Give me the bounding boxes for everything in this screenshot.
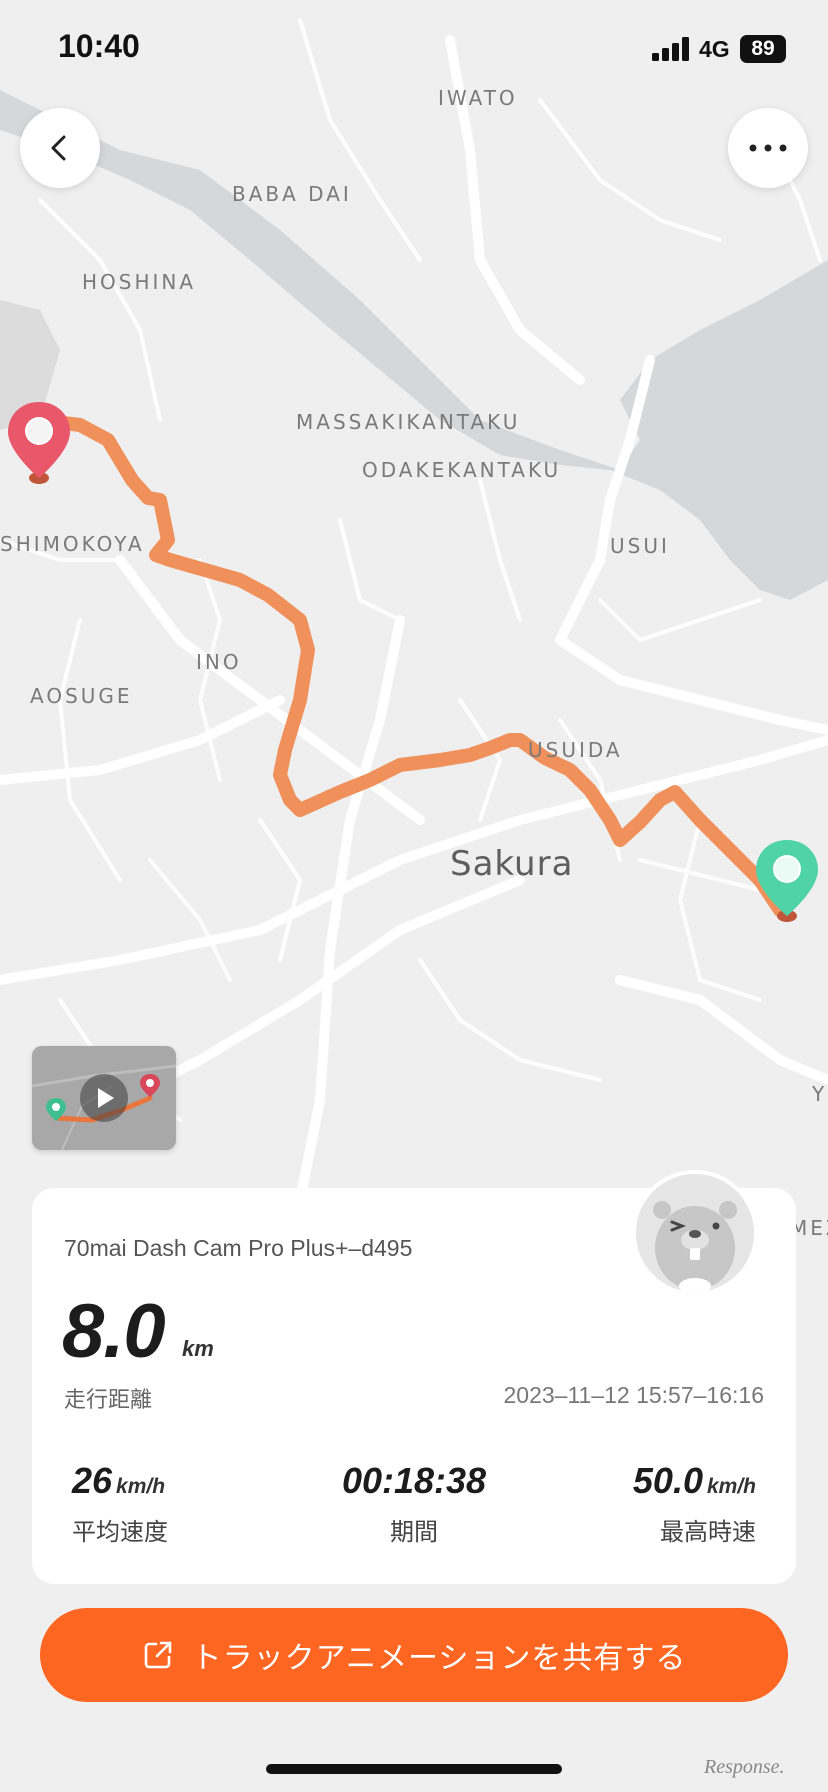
distance-unit: km (182, 1336, 214, 1361)
max-speed-unit: km/h (706, 1475, 756, 1498)
lake (0, 90, 828, 600)
map-label-odakekantaku: ODAKEKANTAKU (362, 458, 562, 482)
distance-value: 8.0 (62, 1289, 166, 1374)
cellular-signal-icon (652, 37, 689, 61)
network-type: 4G (699, 36, 730, 62)
map-label-usui: USUI (610, 534, 670, 558)
home-indicator[interactable] (266, 1764, 562, 1774)
max-speed-label: 最高時速 (660, 1518, 756, 1546)
map-label-shimokoya: SHIMOKOYA (0, 532, 145, 556)
avatar[interactable] (632, 1170, 758, 1296)
replay-preview-image (32, 1046, 176, 1150)
start-pin-icon[interactable] (6, 400, 72, 490)
status-time: 10:40 (58, 28, 140, 64)
more-options-button[interactable] (728, 108, 808, 188)
map-label-hoshina: HOSHINA (82, 270, 197, 294)
map-label-sakura: Sakura (450, 844, 574, 884)
device-name: 70mai Dash Cam Pro Plus+–d495 (64, 1235, 413, 1261)
max-speed-stat: 50.0 km/h 最高時速 (633, 1460, 756, 1547)
watermark-logo: Response. (704, 1756, 785, 1778)
map-label-aosuge: AOSUGE (30, 684, 133, 708)
distance-label: 走行距離 (64, 1388, 153, 1413)
battery-icon: 89 (740, 35, 786, 63)
share-icon (144, 1641, 171, 1669)
max-speed-value: 50.0 (632, 1460, 703, 1501)
beaver-mascot-icon (636, 1174, 754, 1292)
map-label-baba-dai: BABA DAI (232, 182, 352, 206)
map-label-ino: INO (196, 650, 242, 674)
end-pin-icon[interactable] (754, 838, 820, 928)
track-replay-thumbnail[interactable] (32, 1046, 176, 1150)
status-bar: 10:40 4G 89 (0, 0, 828, 100)
map-label-massakikantaku: MASSAKIKANTAKU (296, 410, 521, 434)
trip-date-range: 2023–11–12 15:57–16:16 (503, 1382, 764, 1408)
map-label-usuida: USUIDA (528, 738, 623, 762)
more-dots-icon (749, 144, 787, 152)
map-label-edge-y: Y (812, 1082, 828, 1106)
chevron-left-icon (51, 135, 66, 161)
share-button-label: トラックアニメーションを共有する (191, 1641, 687, 1676)
back-button[interactable] (20, 108, 100, 188)
share-track-animation-button[interactable]: トラックアニメーションを共有する (40, 1608, 788, 1702)
